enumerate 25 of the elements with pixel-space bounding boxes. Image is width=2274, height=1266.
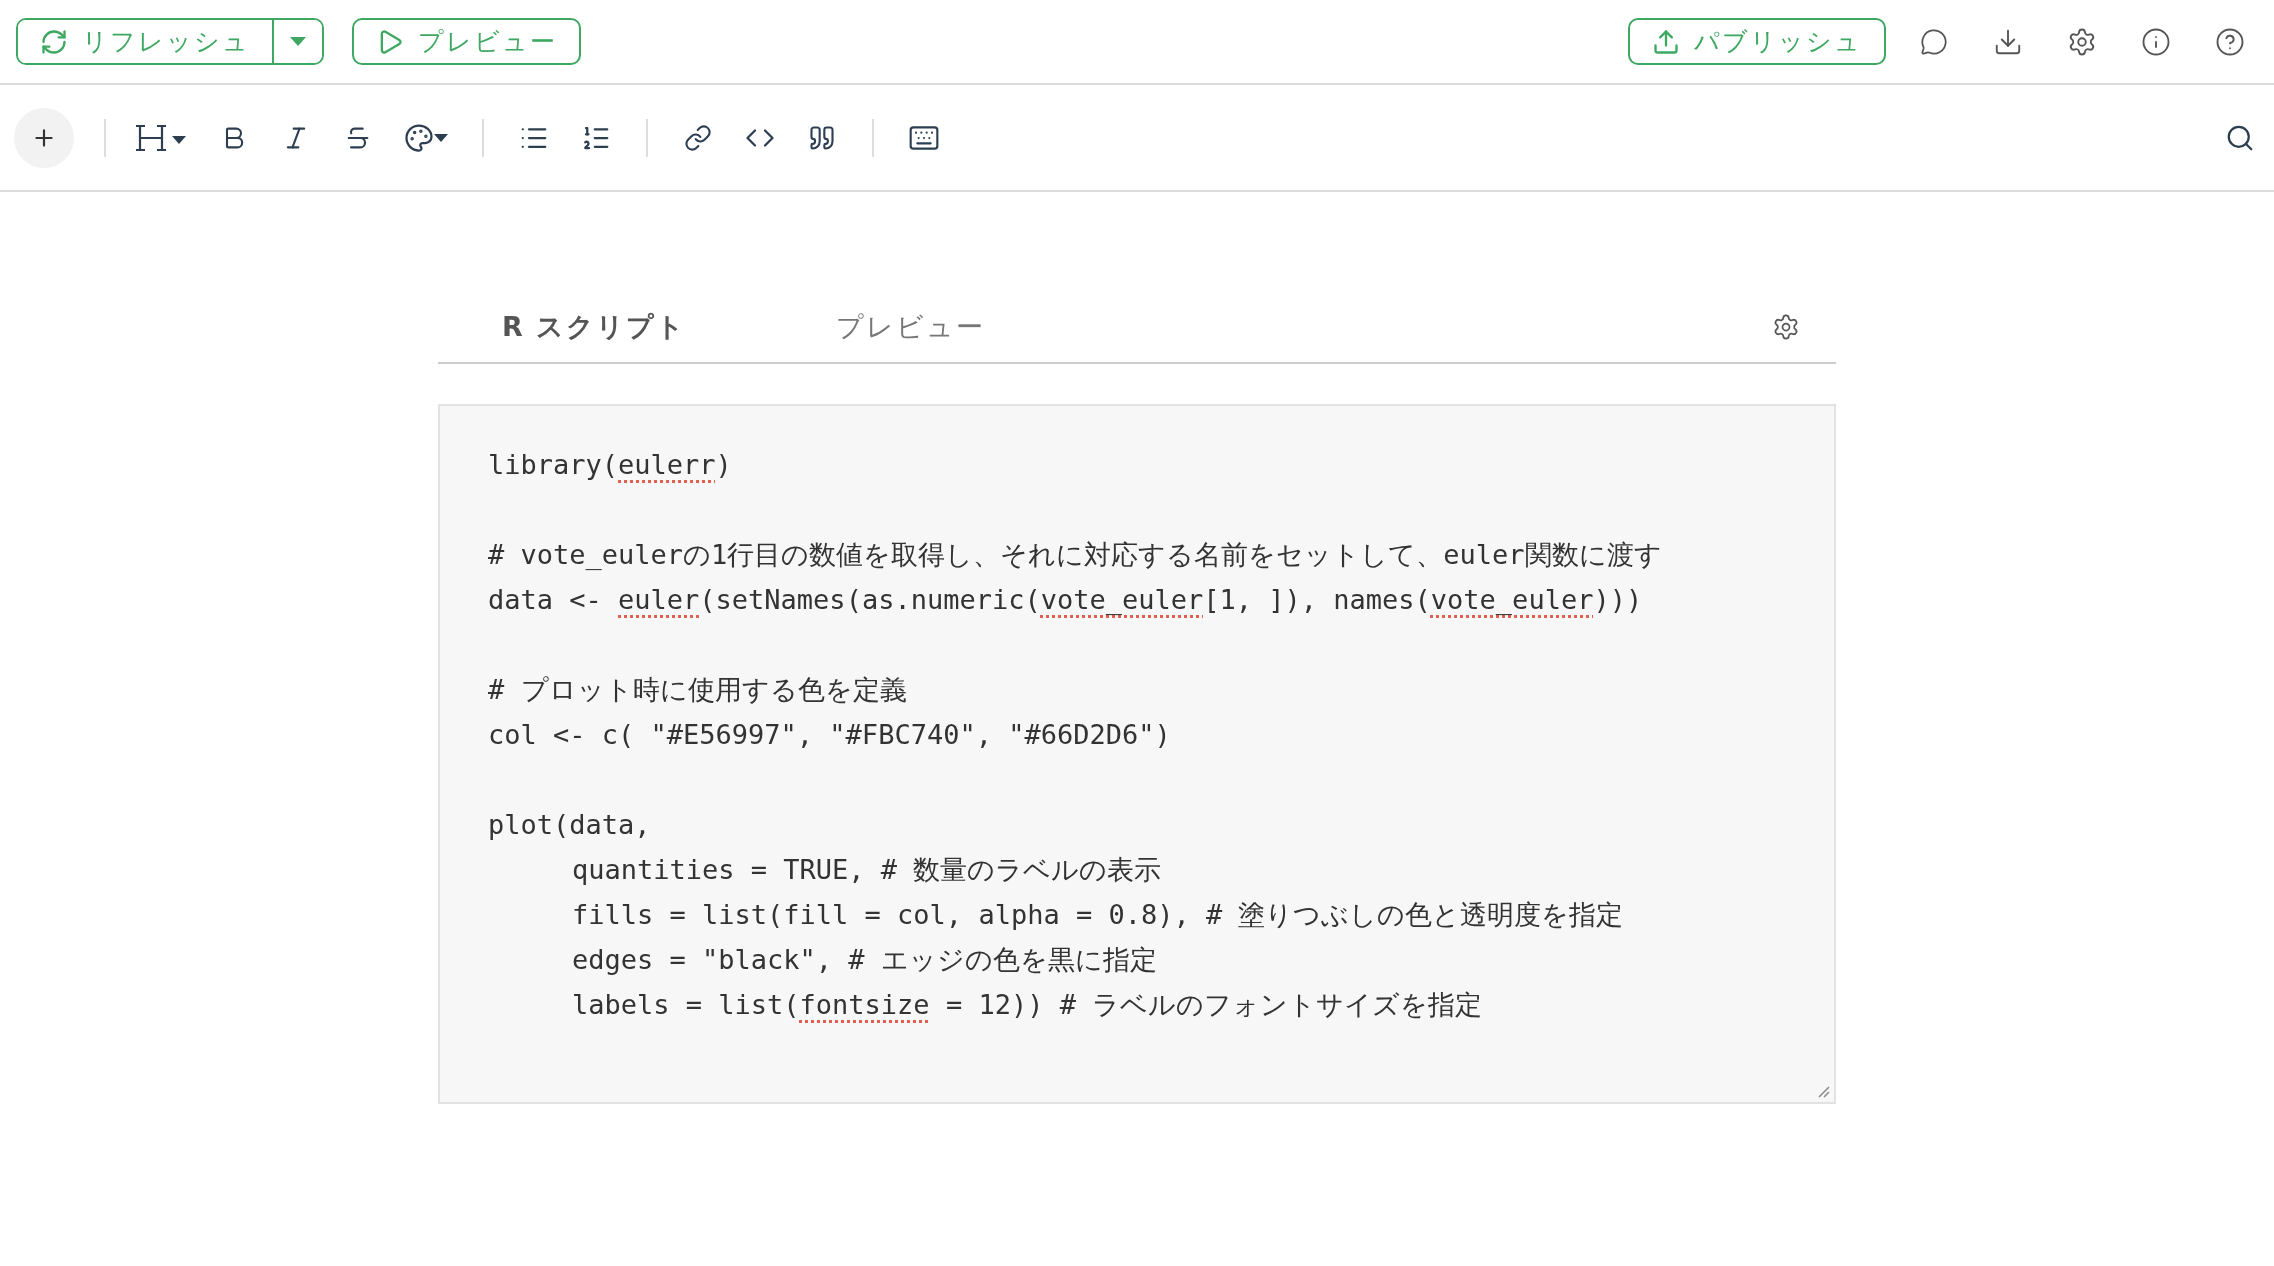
tab[interactable]: プレビュー	[836, 309, 986, 345]
resize-handle-icon[interactable]	[1816, 1084, 1830, 1098]
refresh-split-button[interactable]: リフレッシュ	[16, 18, 324, 65]
refresh-icon	[40, 27, 68, 56]
code-line: labels = list(fontsize = 12)) # ラベルのフォントサイズを指定	[571, 988, 1484, 1022]
publish-button[interactable]: パブリッシュ	[1628, 18, 1886, 65]
caret-icon	[290, 37, 306, 46]
upload-icon	[1652, 27, 1680, 56]
tab[interactable]: R スクリプト	[502, 309, 687, 345]
caret-icon	[434, 133, 448, 142]
code-line: # プロット時に使用する色を定義	[488, 673, 908, 707]
code-line: library(eulerr)	[488, 448, 733, 482]
code-line: plot(data,	[488, 808, 652, 842]
code-line: edges = "black", # エッジの色を黒に指定	[571, 943, 1158, 977]
code-line: fills = list(fill = col, alpha = 0.8), # 塗りつぶしの色と透明度を指定	[571, 898, 1625, 932]
code-line: # vote_eulerの1行目の数値を取得し、それに対応する名前をセットして、euler関数に渡す	[488, 538, 1663, 572]
link-icon[interactable]	[684, 123, 712, 152]
preview-button[interactable]: プレビュー	[352, 18, 581, 65]
code-line: col <- c( "#E56997", "#FBC740", "#66D2D6")	[488, 718, 1172, 752]
refresh-button[interactable]: リフレッシュ	[18, 20, 274, 63]
quote-icon[interactable]	[808, 123, 836, 152]
code-editor[interactable]	[438, 404, 1836, 1104]
code-line: data <- euler(setNames(as.numeric(vote_euler[1, ]), names(vote_euler)))	[488, 583, 1644, 617]
code-line: quantities = TRUE, # 数量のラベルの表示	[571, 853, 1163, 887]
palette-icon[interactable]	[404, 122, 434, 153]
